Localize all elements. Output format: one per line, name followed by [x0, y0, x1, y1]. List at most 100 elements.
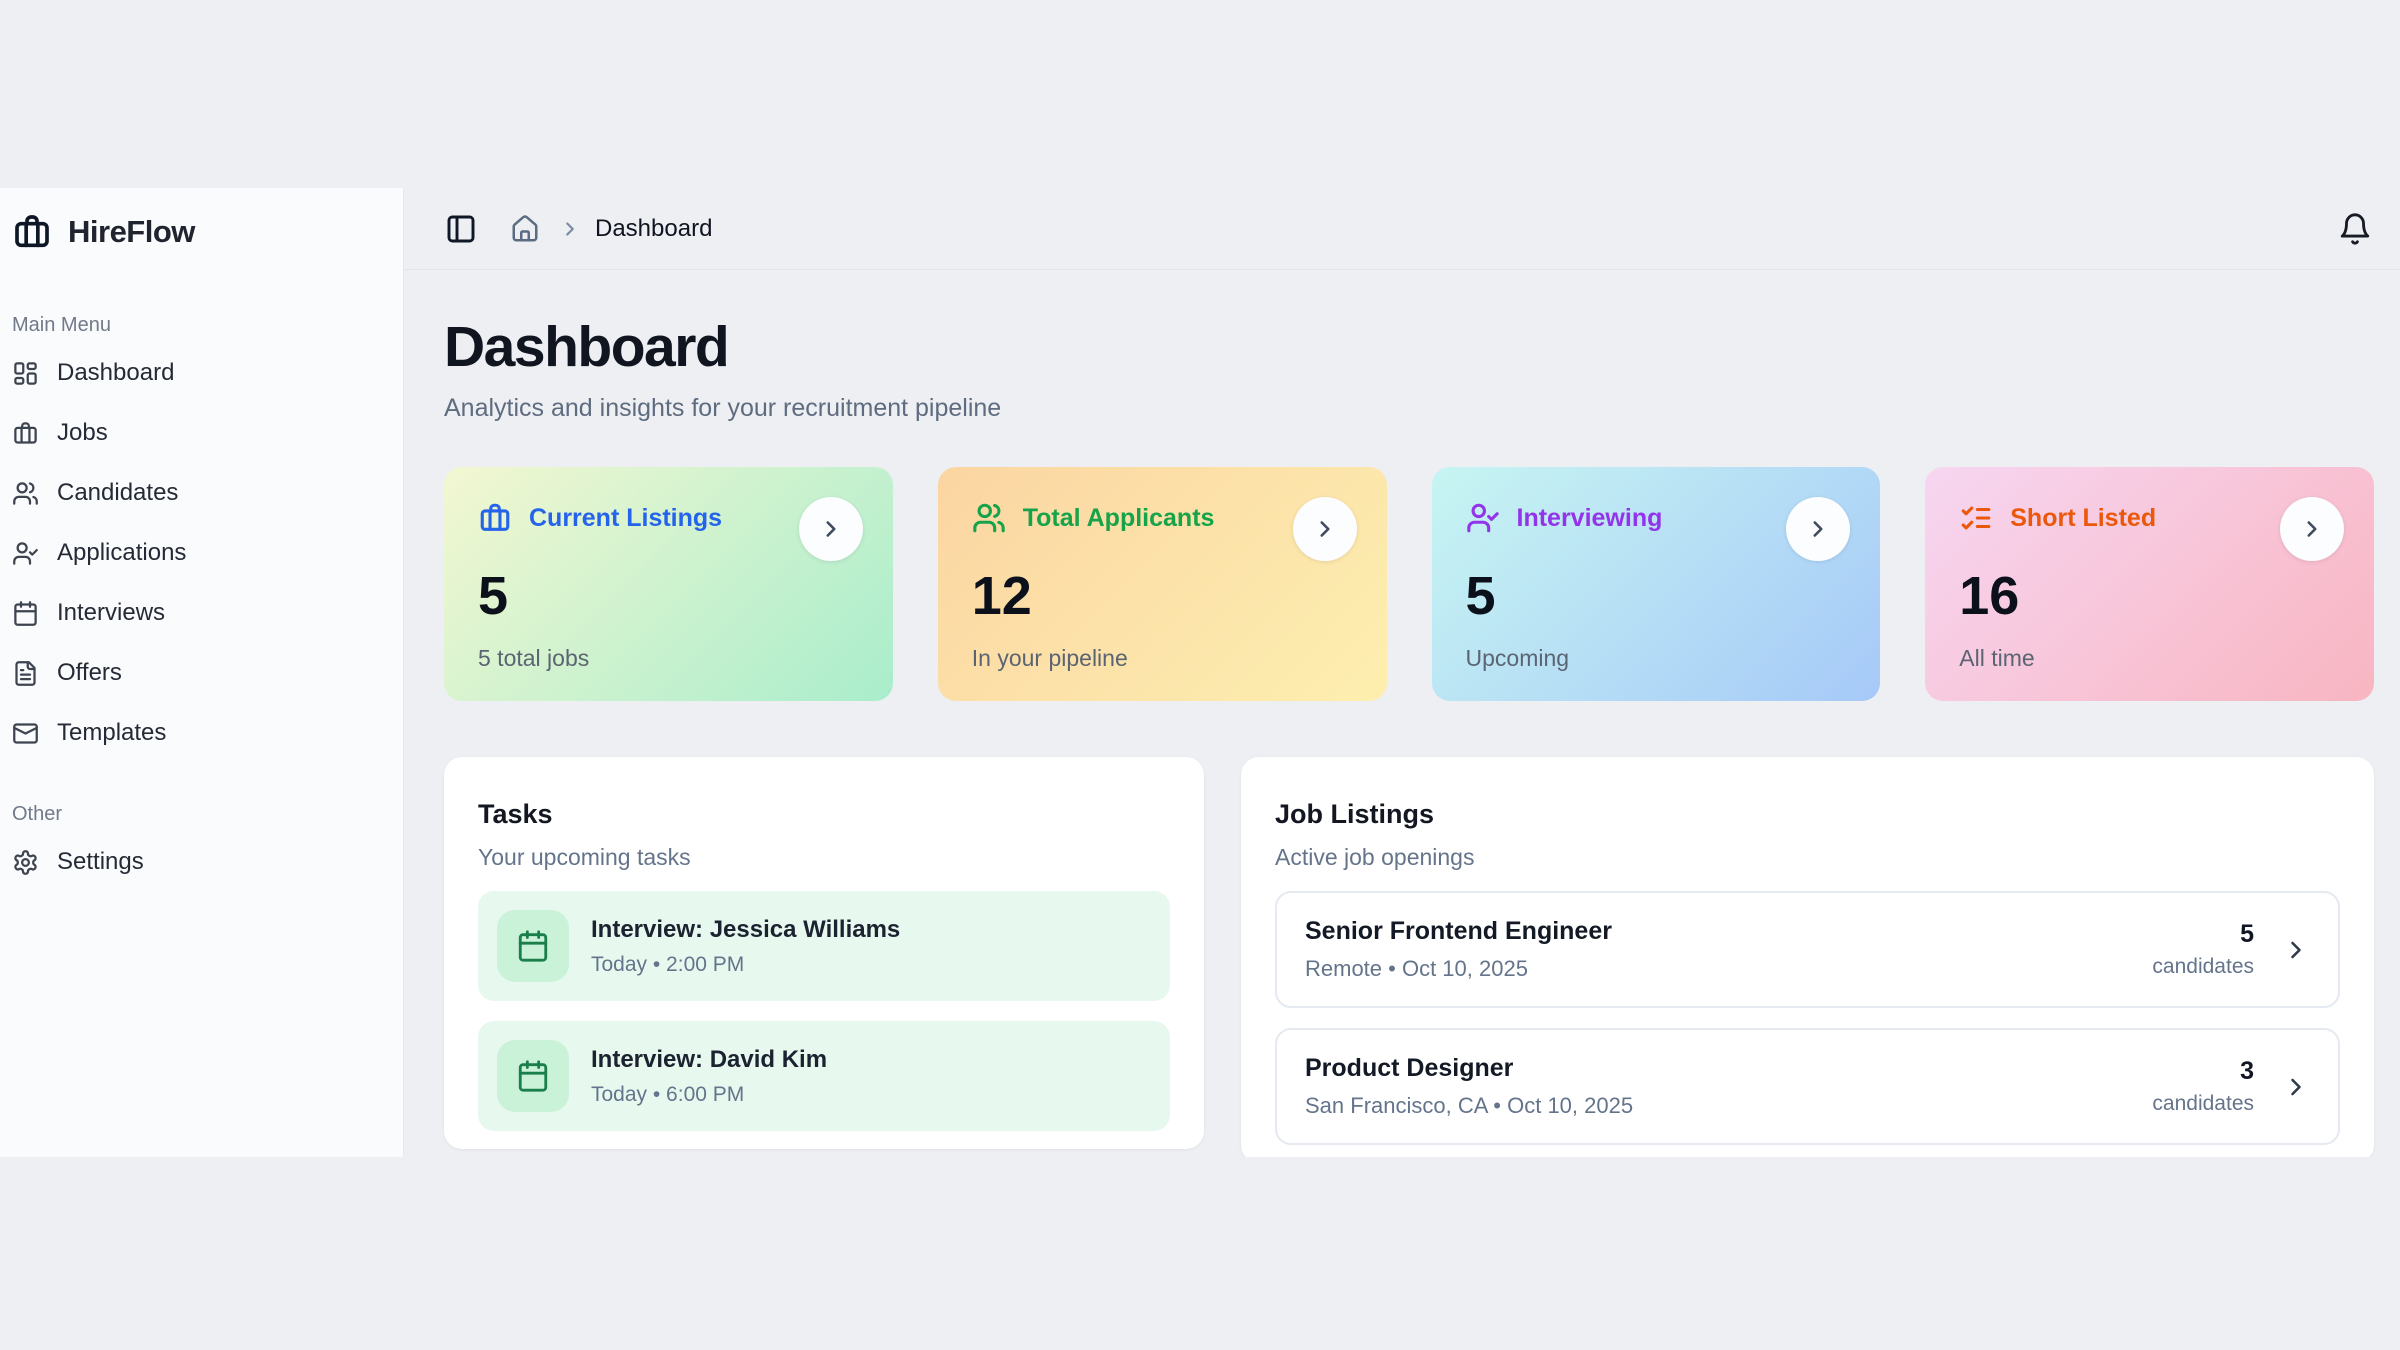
- job-candidate-count-label: candidates: [2152, 955, 2254, 979]
- briefcase-icon: [478, 501, 512, 535]
- briefcase-icon: [12, 420, 39, 447]
- mail-icon: [12, 720, 39, 747]
- sidebar-item-candidates[interactable]: Candidates: [10, 463, 389, 523]
- stat-cards-row: Current Listings 5 5 total jobs: [444, 467, 2374, 701]
- user-check-icon: [12, 540, 39, 567]
- sidebar-item-label: Dashboard: [57, 359, 174, 387]
- stat-card-label: Interviewing: [1517, 504, 1663, 533]
- sidebar-item-jobs[interactable]: Jobs: [10, 403, 389, 463]
- job-listings-title: Job Listings: [1275, 799, 2340, 830]
- tasks-panel: Tasks Your upcoming tasks Interview: Jes…: [444, 757, 1204, 1149]
- task-item[interactable]: Interview: David Kim Today • 6:00 PM: [478, 1021, 1170, 1131]
- job-title: Senior Frontend Engineer: [1305, 917, 1612, 946]
- sidebar-item-applications[interactable]: Applications: [10, 523, 389, 583]
- stat-card-value: 5: [1466, 565, 1847, 627]
- sidebar-item-label: Interviews: [57, 599, 165, 627]
- app-logo[interactable]: HireFlow: [10, 212, 389, 252]
- stat-card-arrow-button[interactable]: [799, 497, 863, 561]
- panel-left-icon[interactable]: [445, 213, 477, 245]
- task-time: Today • 6:00 PM: [591, 1083, 827, 1107]
- job-candidate-count-label: candidates: [2152, 1092, 2254, 1116]
- chevron-right-icon[interactable]: [2282, 936, 2310, 964]
- calendar-icon: [497, 910, 569, 982]
- job-listings-subtitle: Active job openings: [1275, 844, 2340, 871]
- layout-dashboard-icon: [12, 360, 39, 387]
- job-candidate-count: 5: [2152, 920, 2254, 949]
- page-subtitle: Analytics and insights for your recruitm…: [444, 394, 2374, 423]
- task-time: Today • 2:00 PM: [591, 953, 900, 977]
- job-row-right: 5 candidates: [2152, 920, 2310, 979]
- main-area: Dashboard Dashboard Analytics and insigh…: [404, 188, 2400, 1157]
- stat-card-label: Current Listings: [529, 504, 722, 533]
- job-row-right: 3 candidates: [2152, 1057, 2310, 1116]
- task-item[interactable]: Interview: Jessica Williams Today • 2:00…: [478, 891, 1170, 1001]
- job-candidate-count: 3: [2152, 1057, 2254, 1086]
- job-meta: Remote • Oct 10, 2025: [1305, 956, 1612, 982]
- sidebar-item-label: Jobs: [57, 419, 108, 447]
- user-check-icon: [1466, 501, 1500, 535]
- sidebar-item-label: Settings: [57, 848, 144, 876]
- stat-card-interviewing[interactable]: Interviewing 5 Upcoming: [1432, 467, 1881, 701]
- stat-card-arrow-button[interactable]: [1293, 497, 1357, 561]
- chevron-right-icon: [818, 516, 844, 542]
- breadcrumb-current: Dashboard: [595, 215, 712, 243]
- tasks-title: Tasks: [478, 799, 1170, 830]
- stat-card-sub: All time: [1959, 645, 2340, 672]
- stat-card-sub: Upcoming: [1466, 645, 1847, 672]
- stat-card-value: 5: [478, 565, 859, 627]
- stat-card-arrow-button[interactable]: [2280, 497, 2344, 561]
- task-title: Interview: Jessica Williams: [591, 916, 900, 944]
- sidebar-item-label: Templates: [57, 719, 166, 747]
- stat-card-total-applicants[interactable]: Total Applicants 12 In your pipeline: [938, 467, 1387, 701]
- stat-card-sub: In your pipeline: [972, 645, 1353, 672]
- sidebar-section-label-other: Other: [12, 803, 389, 826]
- sidebar-item-offers[interactable]: Offers: [10, 643, 389, 703]
- users-icon: [12, 480, 39, 507]
- gear-icon: [12, 849, 39, 876]
- sidebar-section-label-main: Main Menu: [12, 314, 389, 337]
- stat-card-sub: 5 total jobs: [478, 645, 859, 672]
- job-count-block: 5 candidates: [2152, 920, 2254, 979]
- stat-card-short-listed[interactable]: Short Listed 16 All time: [1925, 467, 2374, 701]
- home-icon[interactable]: [510, 214, 540, 244]
- tasks-subtitle: Your upcoming tasks: [478, 844, 1170, 871]
- sidebar-item-label: Candidates: [57, 479, 178, 507]
- bottom-panels-row: Tasks Your upcoming tasks Interview: Jes…: [444, 757, 2374, 1157]
- app-window: HireFlow Main Menu Dashboard: [0, 188, 2400, 1157]
- calendar-icon: [497, 1040, 569, 1112]
- job-count-block: 3 candidates: [2152, 1057, 2254, 1116]
- briefcase-logo-icon: [12, 212, 52, 252]
- job-row[interactable]: Product Designer San Francisco, CA • Oct…: [1275, 1028, 2340, 1145]
- bell-icon[interactable]: [2338, 212, 2372, 246]
- page-content: Dashboard Analytics and insights for you…: [404, 270, 2400, 1157]
- sidebar: HireFlow Main Menu Dashboard: [0, 188, 404, 1157]
- sidebar-item-settings[interactable]: Settings: [10, 832, 389, 892]
- chevron-right-icon: [1312, 516, 1338, 542]
- sidebar-item-templates[interactable]: Templates: [10, 703, 389, 763]
- users-icon: [972, 501, 1006, 535]
- stat-card-label: Total Applicants: [1023, 504, 1215, 533]
- page-title: Dashboard: [444, 314, 2374, 380]
- job-listings-panel: Job Listings Active job openings Senior …: [1241, 757, 2374, 1157]
- stat-card-value: 16: [1959, 565, 2340, 627]
- job-title: Product Designer: [1305, 1054, 1633, 1083]
- chevron-right-icon: [1805, 516, 1831, 542]
- sidebar-item-dashboard[interactable]: Dashboard: [10, 343, 389, 403]
- top-bar: Dashboard: [404, 188, 2400, 270]
- stat-card-arrow-button[interactable]: [1786, 497, 1850, 561]
- stat-card-current-listings[interactable]: Current Listings 5 5 total jobs: [444, 467, 893, 701]
- task-title: Interview: David Kim: [591, 1046, 827, 1074]
- file-text-icon: [12, 660, 39, 687]
- sidebar-item-label: Applications: [57, 539, 186, 567]
- stat-card-label: Short Listed: [2010, 504, 2156, 533]
- sidebar-nav: Dashboard Jobs: [10, 343, 389, 763]
- chevron-right-icon[interactable]: [2282, 1073, 2310, 1101]
- sidebar-item-interviews[interactable]: Interviews: [10, 583, 389, 643]
- calendar-icon: [12, 600, 39, 627]
- chevron-right-icon: [2299, 516, 2325, 542]
- job-row[interactable]: Senior Frontend Engineer Remote • Oct 10…: [1275, 891, 2340, 1008]
- app-name: HireFlow: [68, 214, 195, 250]
- sidebar-item-label: Offers: [57, 659, 122, 687]
- chevron-right-icon: [559, 218, 581, 240]
- stat-card-value: 12: [972, 565, 1353, 627]
